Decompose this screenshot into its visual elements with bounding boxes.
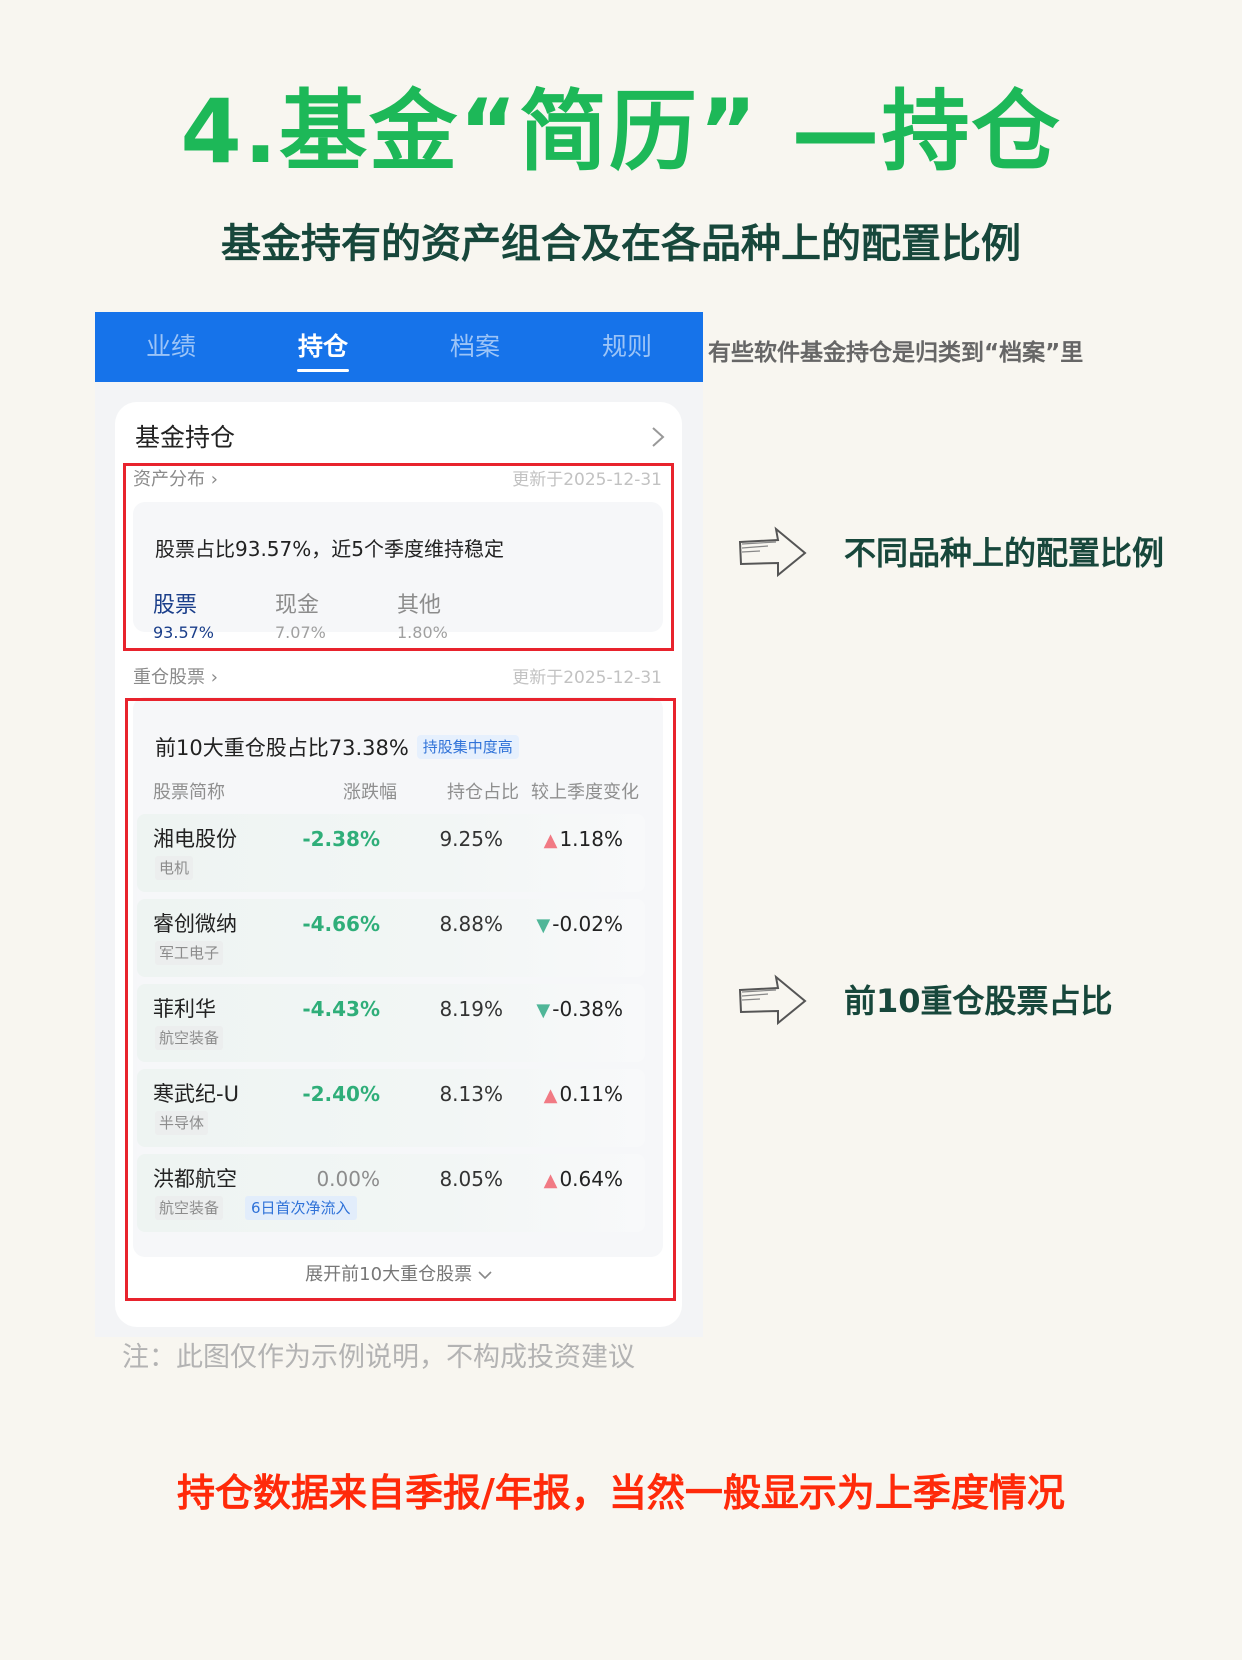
label-top10: 前10重仓股票占比	[844, 982, 1113, 1020]
tab-rules[interactable]: 规则	[551, 312, 703, 382]
active-tab-indicator	[297, 369, 349, 372]
tab-profile[interactable]: 档案	[399, 312, 551, 382]
chevron-right-icon[interactable]	[651, 426, 665, 448]
tab-holdings[interactable]: 持仓	[247, 312, 399, 382]
tab-bar: 业绩 持仓 档案 规则	[95, 312, 703, 382]
disclaimer: 注：此图仅作为示例说明，不构成投资建议	[122, 1342, 635, 1373]
label-allocation: 不同品种上的配置比例	[844, 534, 1165, 572]
page-subtitle: 基金持有的资产组合及在各品种上的配置比例	[221, 221, 1021, 267]
top-holdings-link[interactable]: 重仓股票 ›	[133, 666, 218, 690]
hand-drawn-arrow-icon	[738, 974, 807, 1026]
page-title: 4.基金“简历” —持仓	[180, 80, 1062, 183]
tab-performance[interactable]: 业绩	[95, 312, 247, 382]
highlight-asset-distribution	[123, 463, 674, 651]
side-note: 有些软件基金持仓是归类到“档案”里	[708, 340, 1084, 366]
holdings-updated-date: 更新于2025-12-31	[512, 668, 662, 688]
highlight-top-holdings	[125, 698, 676, 1301]
footer-note: 持仓数据来自季报/年报，当然一般显示为上季度情况	[177, 1471, 1065, 1515]
hand-drawn-arrow-icon	[738, 526, 807, 578]
chevron-right-icon: ›	[205, 667, 218, 688]
card-title: 基金持仓	[135, 423, 236, 452]
